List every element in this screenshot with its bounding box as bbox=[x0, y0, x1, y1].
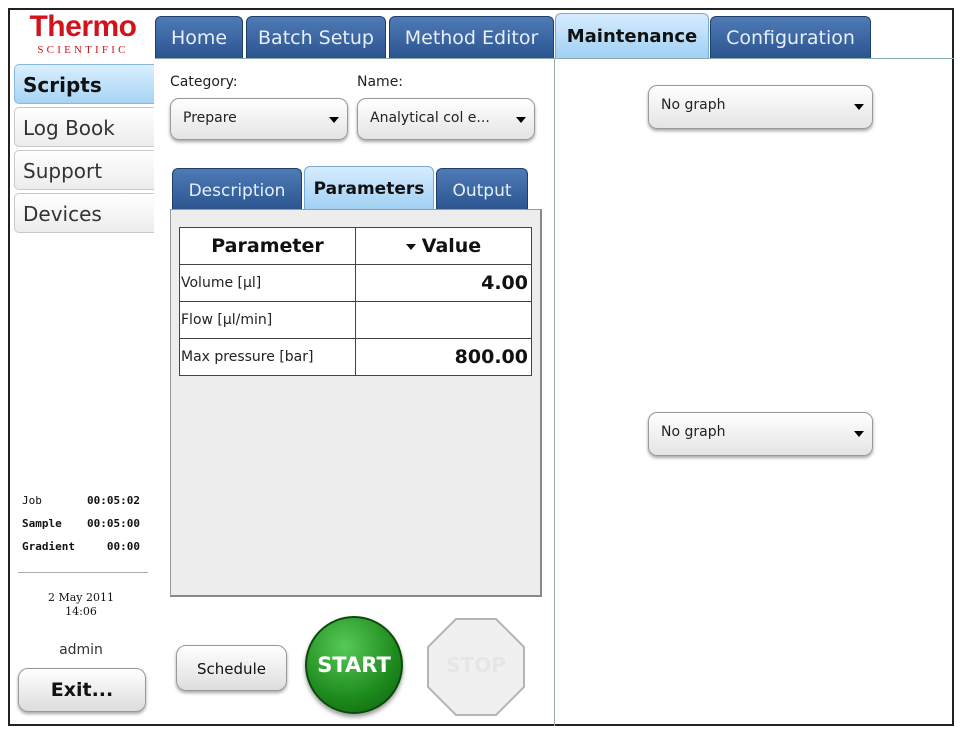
parameter-name: Volume [µl] bbox=[179, 264, 356, 302]
current-time: 14:06 bbox=[65, 605, 97, 618]
parameters-table: Parameter Value Volume [µl] 4.00 Flow [µ… bbox=[179, 227, 532, 376]
timer-label: Gradient bbox=[22, 540, 75, 553]
tab-configuration[interactable]: Configuration bbox=[710, 16, 871, 58]
timer-gradient: Gradient 00:00 bbox=[22, 540, 140, 563]
timer-value: 00:05:00 bbox=[87, 517, 140, 530]
tab-method-editor[interactable]: Method Editor bbox=[389, 16, 554, 58]
sidebar-item-devices[interactable]: Devices bbox=[14, 193, 154, 233]
tab-parameters[interactable]: Parameters bbox=[304, 166, 434, 210]
table-row[interactable]: Flow [µl/min] bbox=[179, 301, 532, 339]
timer-value: 00:00 bbox=[106, 540, 140, 553]
timer-label: Sample bbox=[22, 517, 62, 530]
sidebar-item-support[interactable]: Support bbox=[14, 150, 154, 190]
bottom-graph-select-value: No graph bbox=[661, 424, 726, 440]
stop-button-label: STOP bbox=[446, 653, 506, 677]
name-label: Name: bbox=[357, 74, 404, 90]
timer-label: Job bbox=[22, 494, 42, 507]
timer-value: 00:05:02 bbox=[87, 494, 140, 507]
chevron-down-icon bbox=[516, 117, 526, 123]
parameter-name: Flow [µl/min] bbox=[179, 301, 356, 339]
tab-maintenance[interactable]: Maintenance bbox=[555, 13, 709, 58]
name-select-value: Analytical col e... bbox=[370, 110, 490, 126]
table-row[interactable]: Max pressure [bar] 800.00 bbox=[179, 338, 532, 376]
category-select-value: Prepare bbox=[183, 110, 237, 126]
thermo-scientific-logo: Thermo SCIENTIFIC bbox=[22, 10, 144, 60]
parameter-name: Max pressure [bar] bbox=[179, 338, 356, 376]
sidebar-divider bbox=[18, 572, 148, 573]
start-button[interactable]: START bbox=[305, 616, 403, 714]
user-name: admin bbox=[59, 642, 103, 658]
logo-brand-text: Thermo bbox=[29, 10, 137, 43]
parameter-value[interactable]: 800.00 bbox=[355, 338, 532, 376]
parameters-panel: Parameter Value Volume [µl] 4.00 Flow [µ… bbox=[170, 209, 542, 597]
name-select[interactable]: Analytical col e... bbox=[357, 98, 535, 140]
panel-divider bbox=[554, 59, 555, 726]
timer-sample: Sample 00:05:00 bbox=[22, 517, 140, 540]
tab-batch-setup[interactable]: Batch Setup bbox=[246, 16, 386, 58]
current-date: 2 May 2011 bbox=[47, 591, 115, 604]
category-label: Category: bbox=[170, 74, 238, 90]
parameter-value[interactable]: 4.00 bbox=[355, 264, 532, 302]
bottom-graph-select[interactable]: No graph bbox=[648, 412, 873, 456]
sort-down-icon bbox=[405, 243, 416, 250]
run-timers: Job 00:05:02 Sample 00:05:00 Gradient 00… bbox=[22, 494, 140, 563]
column-header-value-label: Value bbox=[421, 235, 482, 257]
sidebar-item-scripts[interactable]: Scripts bbox=[14, 64, 154, 104]
stop-button[interactable]: STOP bbox=[426, 617, 526, 717]
chevron-down-icon bbox=[854, 431, 864, 437]
chevron-down-icon bbox=[854, 104, 864, 110]
schedule-button[interactable]: Schedule bbox=[176, 645, 287, 691]
top-graph-select[interactable]: No graph bbox=[648, 85, 873, 129]
table-row[interactable]: Volume [µl] 4.00 bbox=[179, 264, 532, 302]
date-time: 2 May 2011 14:06 bbox=[18, 591, 144, 619]
tab-home[interactable]: Home bbox=[155, 16, 243, 58]
column-header-parameter[interactable]: Parameter bbox=[179, 227, 356, 265]
column-header-value[interactable]: Value bbox=[355, 227, 532, 265]
exit-button[interactable]: Exit... bbox=[18, 668, 146, 712]
top-graph-select-value: No graph bbox=[661, 97, 726, 113]
logo-sub-text: SCIENTIFIC bbox=[37, 44, 129, 56]
parameter-value[interactable] bbox=[355, 301, 532, 339]
tab-output[interactable]: Output bbox=[436, 168, 528, 210]
sidebar-item-log-book[interactable]: Log Book bbox=[14, 107, 154, 147]
table-header-row: Parameter Value bbox=[179, 227, 532, 265]
tab-description[interactable]: Description bbox=[172, 168, 302, 210]
chevron-down-icon bbox=[329, 117, 339, 123]
timer-job: Job 00:05:02 bbox=[22, 494, 140, 517]
category-select[interactable]: Prepare bbox=[170, 98, 348, 140]
